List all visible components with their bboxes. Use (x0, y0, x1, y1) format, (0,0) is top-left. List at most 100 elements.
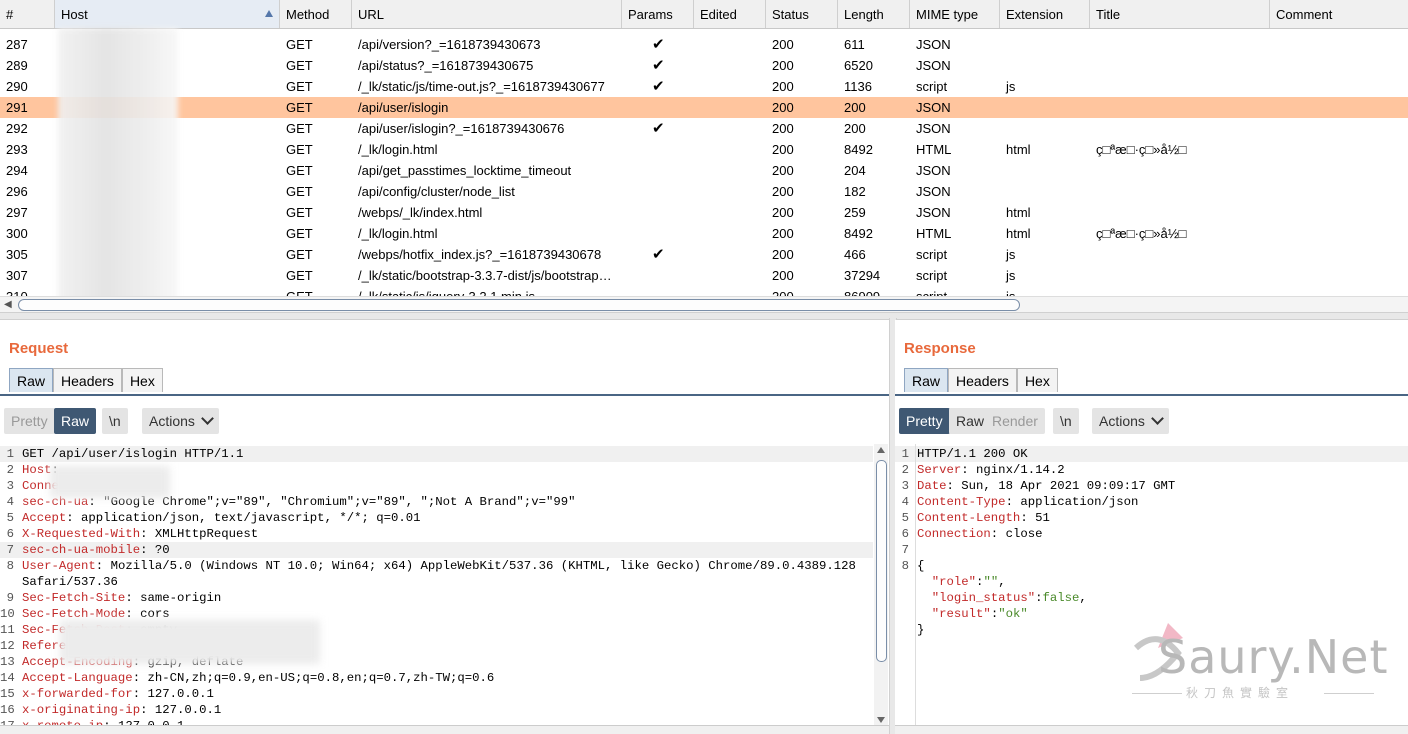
table-row[interactable]: 290 GET /_lk/static/js/time-out.js?_=16187… (0, 76, 1408, 97)
editor-line: 7 (895, 542, 1408, 558)
editor-line: 9 Sec-Fetch-Site: same-origin (0, 590, 873, 606)
horizontal-scroll-thumb[interactable] (18, 299, 1020, 311)
column-header-url[interactable]: URL (352, 0, 622, 28)
scroll-left-icon[interactable]: ◀ (4, 299, 12, 310)
chevron-down-icon (1151, 412, 1164, 425)
column-header-status[interactable]: Status (766, 0, 838, 28)
line-number: 1 (901, 447, 909, 461)
response-tab-headers[interactable]: Headers (948, 368, 1017, 392)
header-value: close (1005, 527, 1043, 541)
cell-status: 200 (772, 247, 794, 262)
cell-mime: JSON (916, 100, 951, 115)
header-value: 51 (1035, 511, 1050, 525)
header-colon: : (132, 671, 148, 685)
cell-title (1090, 160, 1270, 181)
response-tab-hex[interactable]: Hex (1016, 368, 1058, 392)
table-row[interactable]: 297 GET/webps/_lk/index.html 200 259 JSON htm… (0, 202, 1408, 223)
line-number: 3 (6, 479, 14, 493)
response-gutter (915, 444, 916, 726)
cell-method: GET (286, 184, 313, 199)
column-header-host[interactable]: Host (55, 0, 280, 28)
table-row[interactable]: 291 GET/api/user/islogin 200 200 JSON (0, 97, 1408, 118)
line-number: 4 (901, 495, 909, 509)
column-header-number[interactable]: # (0, 0, 55, 28)
header-name: Content-Type (917, 495, 1006, 509)
cell-status: 200 (766, 286, 838, 296)
response-newline-button[interactable]: \n (1053, 408, 1079, 434)
editor-line: 8 User-Agent: Mozilla/5.0 (Windows NT 10.… (0, 558, 873, 574)
cell-url: /api/config/cluster/node_list (358, 184, 515, 199)
column-header-comment[interactable]: Comment (1270, 0, 1408, 28)
cell-title (1090, 202, 1270, 223)
request-newline-button[interactable]: \n (102, 408, 128, 434)
cell-ext (1000, 97, 1090, 118)
response-pretty-button[interactable]: Pretty (899, 408, 950, 434)
cell-mime: script (910, 286, 1000, 296)
request-scroll-thumb[interactable] (876, 460, 887, 662)
table-row[interactable]: 300 GET /_lk/login.html 200 8492 HTML html ç□ªæ… (0, 223, 1408, 244)
cell-mime: script (916, 79, 948, 94)
json-close-brace: } (917, 623, 925, 637)
request-tab-hex[interactable]: Hex (121, 368, 163, 392)
column-header-mime-type[interactable]: MIME type (910, 0, 1000, 28)
response-search-bar (895, 725, 1408, 734)
cell-method: GET (286, 247, 313, 262)
header-colon: : (140, 527, 155, 541)
editor-line: 8{ (895, 558, 925, 574)
table-row[interactable]: 289 GET/api/status?_=1618739430675 ✔ 200 652… (0, 55, 1408, 76)
table-row[interactable]: 293 GET /_lk/login.html 200 8492 HTML html ç□ªæ… (0, 139, 1408, 160)
editor-line: "login_status":false, (895, 590, 1087, 606)
response-render-button[interactable]: Render (985, 408, 1045, 434)
table-row[interactable]: 307 GET /_lk/static/bootstrap-3.3.7-dist/j… (0, 265, 1408, 286)
cell-length: 37294 (844, 268, 881, 283)
horizontal-split-divider[interactable] (0, 312, 1408, 320)
table-row[interactable]: 296 GET/api/config/cluster/node_list 200 18… (0, 181, 1408, 202)
horizontal-scrollbar[interactable]: ◀ (0, 296, 1408, 312)
column-header-method[interactable]: Method (280, 0, 352, 28)
line-number: 1 (6, 447, 14, 461)
scroll-down-icon[interactable] (877, 717, 885, 723)
editor-line: } (895, 622, 924, 638)
request-raw-button[interactable]: Raw (54, 408, 97, 434)
cell-length: 466 (844, 247, 866, 262)
header-value: application/json, text/javascript, */*; … (81, 511, 421, 525)
header-colon: : (1005, 495, 1021, 509)
request-actions-button[interactable]: Actions (142, 408, 219, 434)
table-row[interactable]: 292 GET/api/user/islogin?_=1618739430676 ✔… (0, 118, 1408, 139)
cell-method: GET (286, 268, 313, 283)
cell-num: 290 (6, 79, 28, 94)
table-row[interactable]: 305 GET/webps/hotfix_index.js?_=161873943… (0, 244, 1408, 265)
cell-ext: js (1006, 247, 1016, 262)
response-actions-button[interactable]: Actions (1092, 408, 1169, 434)
column-header-extension[interactable]: Extension (1000, 0, 1090, 28)
editor-line: 15 x-forwarded-for: 127.0.0.1 (0, 686, 873, 702)
column-header-title[interactable]: Title (1090, 0, 1270, 28)
column-header-length[interactable]: Length (838, 0, 910, 28)
header-value: Sun, 18 Apr 2021 09:09:17 GMT (961, 479, 1176, 493)
watermark-text: Saury.Net (1158, 630, 1389, 684)
json-comma: , (1079, 591, 1087, 605)
cell-num: 310 (0, 286, 55, 296)
cell-ext (1000, 160, 1090, 181)
request-pretty-button[interactable]: Pretty (4, 408, 55, 434)
column-header-params[interactable]: Params (622, 0, 694, 28)
table-row[interactable]: 287 GET/api/version?_=1618739430673 ✔ 200 61… (0, 34, 1408, 55)
response-tab-raw[interactable]: Raw (904, 368, 949, 392)
cell-status: 200 (772, 58, 794, 73)
table-row[interactable]: 310 GET/_lk/static/js/jquery-3.2.1.min.js… (0, 286, 1408, 296)
table-row[interactable]: 294 GET/api/get_passtimes_locktime_timeou… (0, 160, 1408, 181)
cell-ext: js (1006, 79, 1016, 94)
cell-num: 293 (6, 142, 28, 157)
cell-mime: script (916, 268, 948, 283)
request-tab-raw[interactable]: Raw (9, 368, 54, 392)
request-vertical-scrollbar[interactable] (874, 444, 888, 726)
cell-method: GET (286, 163, 313, 178)
cell-mime: JSON (916, 121, 951, 136)
request-tab-headers[interactable]: Headers (53, 368, 122, 392)
header-value: ?0 (154, 543, 170, 557)
line-number: 7 (901, 543, 909, 557)
scroll-up-icon[interactable] (877, 447, 885, 453)
json-value: "" (983, 575, 999, 589)
column-header-edited[interactable]: Edited (694, 0, 766, 28)
